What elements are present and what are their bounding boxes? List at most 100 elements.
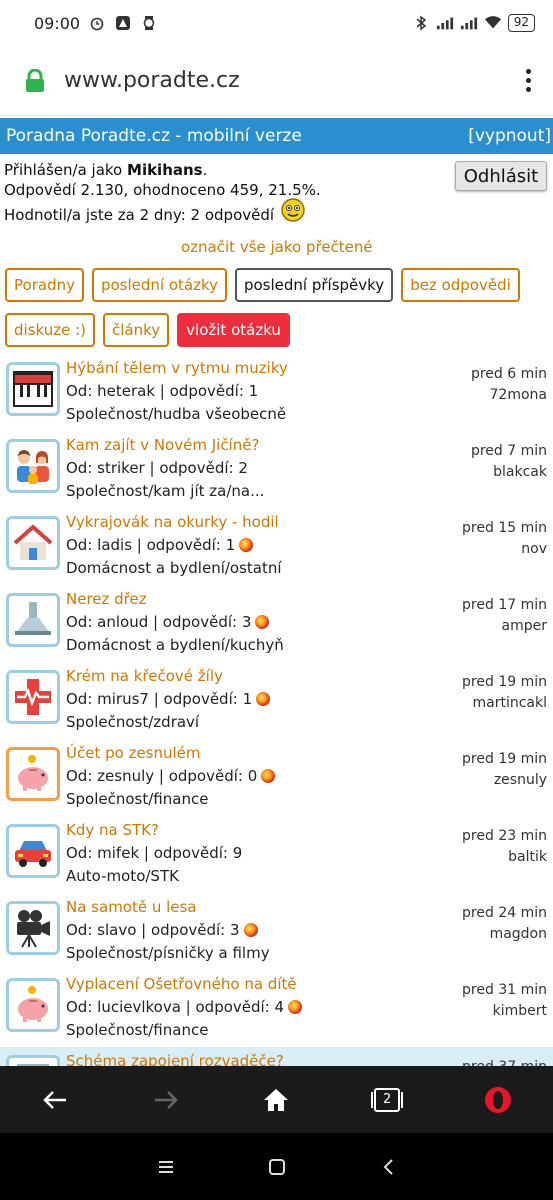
- last-answer-user[interactable]: baltik: [462, 847, 547, 868]
- list-item[interactable]: Kam zajít v Novém Jičíně? Od: striker | …: [0, 431, 553, 508]
- new-answer-badge-icon: [288, 1000, 303, 1014]
- new-answer-badge-icon: [243, 923, 258, 937]
- question-title[interactable]: Kam zajít v Novém Jičíně?: [66, 434, 264, 456]
- piggy-bank-icon: [6, 978, 60, 1032]
- question-category[interactable]: Společnost/písničky a filmy: [66, 942, 270, 964]
- last-answer-user[interactable]: 72mona: [471, 385, 547, 406]
- question-category[interactable]: Společnost/kam jít za/na...: [66, 480, 264, 502]
- system-home-icon[interactable]: [257, 1147, 297, 1187]
- nav-buttons: Poradny poslední otázky poslední příspěv…: [0, 268, 553, 347]
- wifi-icon: [484, 14, 502, 32]
- last-answer-user[interactable]: kimbert: [462, 1001, 547, 1022]
- back-arrow-icon[interactable]: [35, 1080, 75, 1120]
- recent-apps-icon[interactable]: [146, 1147, 186, 1187]
- question-category[interactable]: Společnost/finance: [66, 1019, 302, 1041]
- nav-latest-posts-button[interactable]: poslední příspěvky: [234, 268, 394, 302]
- browser-menu-icon[interactable]: [523, 69, 533, 92]
- signal-icon-2: [460, 14, 478, 32]
- lock-icon: [24, 68, 46, 93]
- question-title[interactable]: Vyplacení Ošetřovného na dítě: [66, 973, 302, 995]
- new-answer-badge-icon: [261, 769, 276, 783]
- question-title[interactable]: Účet po zesnulém: [66, 742, 275, 764]
- user-area: Přihlášen/a jako Mikihans. Odpovědí 2.13…: [0, 154, 553, 268]
- question-title[interactable]: Na samotě u lesa: [66, 896, 270, 918]
- username[interactable]: Mikihans: [127, 161, 203, 179]
- question-meta: Od: zesnuly | odpovědí: 0: [66, 764, 276, 788]
- question-time: pred 19 min: [462, 751, 547, 767]
- status-time: 09:00: [34, 13, 81, 33]
- question-time: pred 24 min: [462, 905, 547, 921]
- watch-icon: [140, 14, 158, 32]
- nav-articles-button[interactable]: články: [103, 313, 170, 347]
- new-answer-badge-icon: [239, 538, 254, 552]
- question-title[interactable]: Krém na křečové žíly: [66, 665, 270, 687]
- url-text[interactable]: www.poradte.cz: [64, 68, 240, 93]
- question-category[interactable]: Společnost/zdraví: [66, 711, 270, 733]
- question-category[interactable]: Společnost/hudba všeobecně: [66, 403, 288, 425]
- last-answer-user[interactable]: martincakl: [462, 693, 548, 714]
- question-title[interactable]: Vykrajovák na okurky - hodil: [66, 511, 282, 533]
- alarm-icon: [88, 14, 106, 32]
- question-time: pred 6 min: [470, 366, 547, 382]
- question-title[interactable]: Nerez dřez: [66, 588, 284, 610]
- question-list: Hýbání tělem v rytmu muziky Od: heterak …: [0, 354, 553, 1124]
- last-answer-user[interactable]: amper: [462, 616, 547, 637]
- list-item[interactable]: Kdy na STK? Od: mifek | odpovědí: 9 Auto…: [0, 816, 553, 893]
- list-item[interactable]: Krém na křečové žíly Od: mirus7 | odpově…: [0, 662, 553, 739]
- rated-info: Hodnotil/a jste za 2 dny: 2 odpovědí: [4, 206, 275, 224]
- question-title[interactable]: Kdy na STK?: [66, 819, 242, 841]
- browser-url-bar[interactable]: www.poradte.cz: [0, 46, 553, 116]
- last-answer-user[interactable]: magdon: [462, 924, 547, 945]
- forward-arrow-icon[interactable]: [146, 1080, 186, 1120]
- list-item[interactable]: Účet po zesnulém Od: zesnuly | odpovědí:…: [0, 739, 553, 816]
- question-title[interactable]: Hýbání tělem v rytmu muziky: [66, 357, 288, 379]
- mobile-version-toggle[interactable]: [vypnout]: [468, 126, 551, 146]
- house-icon: [6, 516, 60, 570]
- system-back-icon[interactable]: [368, 1147, 408, 1187]
- smiley-icon: [280, 197, 306, 223]
- list-item[interactable]: Hýbání tělem v rytmu muziky Od: heterak …: [0, 354, 553, 431]
- home-icon[interactable]: [256, 1080, 296, 1120]
- question-time: pred 23 min: [462, 828, 547, 844]
- question-category[interactable]: Auto-moto/STK: [66, 865, 242, 887]
- question-meta: Od: slavo | odpovědí: 3: [66, 918, 270, 942]
- last-answer-user[interactable]: blakcak: [471, 462, 547, 483]
- mark-all-read-link[interactable]: označit vše jako přečtené: [181, 238, 373, 256]
- site-title[interactable]: Poradna Poradte.cz - mobilní verze: [6, 126, 302, 146]
- people-icon: [6, 439, 60, 493]
- nav-latest-questions-button[interactable]: poslední otázky: [91, 268, 227, 302]
- health-icon: [6, 670, 60, 724]
- site-title-bar: Poradna Poradte.cz - mobilní verze [vypn…: [0, 118, 553, 154]
- logout-button[interactable]: Odhlásit: [455, 161, 547, 191]
- piggy-bank-icon: [6, 747, 60, 801]
- car-icon: [6, 824, 60, 878]
- hood-icon: [6, 593, 60, 647]
- new-answer-badge-icon: [256, 692, 271, 706]
- list-item[interactable]: Vyplacení Ošetřovného na dítě Od: luciev…: [0, 970, 553, 1047]
- status-bar: 09:00 92: [0, 0, 553, 46]
- list-item[interactable]: Vykrajovák na okurky - hodil Od: ladis |…: [0, 508, 553, 585]
- list-item[interactable]: Nerez dřez Od: anloud | odpovědí: 3 Domá…: [0, 585, 553, 662]
- question-meta: Od: heterak | odpovědí: 1: [66, 382, 259, 400]
- question-time: pred 19 min: [462, 674, 547, 690]
- last-answer-user[interactable]: nov: [462, 539, 547, 560]
- question-time: pred 31 min: [462, 982, 547, 998]
- list-item[interactable]: Na samotě u lesa Od: slavo | odpovědí: 3…: [0, 893, 553, 970]
- add-question-button[interactable]: vložit otázku: [177, 313, 290, 347]
- nav-discussion-button[interactable]: diskuze :): [5, 313, 96, 347]
- question-meta: Od: anloud | odpovědí: 3: [66, 610, 284, 634]
- question-category[interactable]: Společnost/finance: [66, 788, 275, 810]
- app-notification-icon: [114, 14, 132, 32]
- system-nav-bar: [0, 1133, 553, 1200]
- battery-icon: 92: [507, 14, 535, 32]
- camera-icon: [6, 901, 60, 955]
- question-category[interactable]: Domácnost a bydlení/ostatní: [66, 557, 282, 579]
- opera-menu-icon[interactable]: [478, 1080, 518, 1120]
- nav-poradny-button[interactable]: Poradny: [5, 268, 84, 302]
- bluetooth-icon: [412, 14, 430, 32]
- question-meta: Od: lucievlkova | odpovědí: 4: [66, 995, 303, 1019]
- tabs-icon[interactable]: 2: [367, 1080, 407, 1120]
- last-answer-user[interactable]: zesnuly: [462, 770, 547, 791]
- nav-unanswered-button[interactable]: bez odpovědi: [401, 268, 520, 302]
- question-category[interactable]: Domácnost a bydlení/kuchyň: [66, 634, 284, 656]
